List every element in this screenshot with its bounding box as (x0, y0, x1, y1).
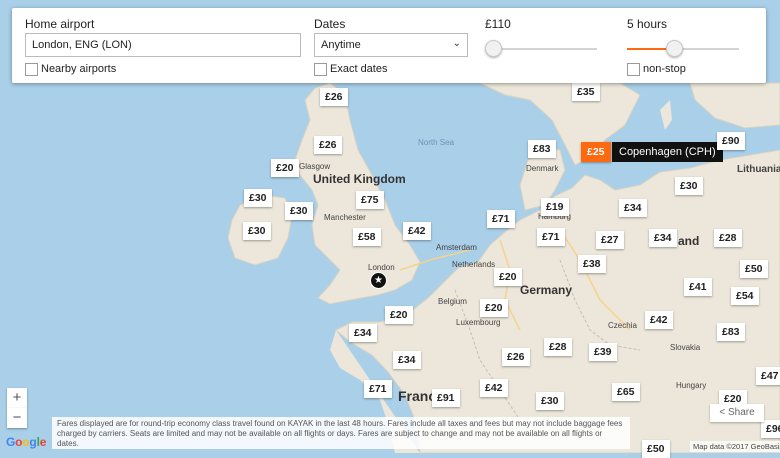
price-marker[interactable]: £41 (684, 278, 712, 296)
chevron-down-icon: ⌄ (452, 38, 461, 49)
zoom-out-button[interactable]: − (7, 408, 27, 428)
price-marker[interactable]: £20 (385, 306, 413, 324)
hungary-label: Hungary (676, 381, 707, 390)
poland-label: and (678, 234, 700, 248)
glasgow-label: Glasgow (299, 162, 331, 171)
price-marker[interactable]: £91 (432, 389, 460, 407)
london-label: London (368, 263, 395, 272)
price-marker[interactable]: £30 (243, 222, 271, 240)
price-marker[interactable]: £42 (645, 311, 673, 329)
price-marker[interactable]: £30 (285, 202, 313, 220)
denmark-label: Denmark (526, 164, 559, 173)
price-marker[interactable]: £27 (596, 231, 624, 249)
home-airport-marker[interactable]: ★ (370, 272, 387, 289)
price-marker[interactable]: £65 (612, 383, 640, 401)
price-marker[interactable]: £20 (494, 268, 522, 286)
amsterdam-label: Amsterdam (436, 243, 477, 252)
price-marker[interactable]: £20 (271, 159, 299, 177)
dates-label: Dates (314, 17, 346, 31)
price-marker[interactable]: £75 (356, 191, 384, 209)
duration-label: 5 hours (627, 17, 668, 31)
price-marker[interactable]: £71 (487, 210, 515, 228)
duration-slider-thumb[interactable] (666, 40, 683, 57)
home-airport-input[interactable]: London, ENG (LON) (25, 33, 301, 57)
nearby-airports-checkbox[interactable] (25, 63, 38, 76)
share-label: Share (727, 407, 755, 418)
price-marker[interactable]: £58 (353, 228, 381, 246)
price-marker[interactable]: £20 (480, 299, 508, 317)
home-airport-label: Home airport (25, 17, 95, 31)
germany-label: Germany (520, 283, 573, 297)
price-marker[interactable]: £50 (642, 440, 670, 458)
search-filter-panel: Home airport London, ENG (LON) Nearby ai… (12, 8, 766, 83)
google-logo: Google (6, 435, 47, 449)
price-marker[interactable]: £71 (537, 228, 565, 246)
share-icon: < (719, 407, 728, 418)
price-marker[interactable]: £50 (740, 260, 768, 278)
price-marker[interactable]: £34 (349, 324, 377, 342)
north-sea-label: North Sea (418, 138, 455, 147)
price-marker[interactable]: £39 (589, 343, 617, 361)
price-marker[interactable]: £47 (756, 367, 780, 385)
price-marker[interactable]: £42 (480, 379, 508, 397)
price-marker[interactable]: £26 (314, 136, 342, 154)
france-label: Franc (398, 388, 437, 404)
price-marker[interactable]: £83 (528, 140, 556, 158)
price-slider-thumb[interactable] (485, 40, 502, 57)
price-marker[interactable]: £30 (244, 189, 272, 207)
non-stop-checkbox[interactable] (627, 63, 640, 76)
price-marker[interactable]: £26 (320, 88, 348, 106)
slovakia-label: Slovakia (670, 343, 701, 352)
price-marker[interactable]: £35 (572, 83, 600, 101)
non-stop-label: non-stop (643, 63, 686, 75)
zoom-in-button[interactable]: + (7, 388, 27, 408)
price-marker[interactable]: £34 (649, 229, 677, 247)
nearby-airports-label: Nearby airports (41, 63, 117, 75)
lithuania-label: Lithuania (737, 164, 780, 175)
price-marker[interactable]: £42 (403, 222, 431, 240)
price-marker[interactable]: £38 (578, 255, 606, 273)
price-marker[interactable]: £90 (717, 132, 745, 150)
price-marker[interactable]: £19 (541, 198, 569, 216)
czechia-label: Czechia (608, 321, 637, 330)
exact-dates-checkbox[interactable] (314, 63, 327, 76)
exact-dates-label: Exact dates (330, 63, 388, 75)
map-attribution[interactable]: Map data ©2017 GeoBasis (690, 441, 780, 452)
manchester-label: Manchester (324, 213, 366, 222)
share-button[interactable]: < Share (710, 404, 764, 422)
united-kingdom-label: United Kingdom (313, 172, 406, 186)
price-marker-selected[interactable]: £25 (581, 142, 611, 162)
price-marker[interactable]: £71 (364, 380, 392, 398)
price-marker[interactable]: £28 (714, 229, 742, 247)
dates-select[interactable]: Anytime ⌄ (314, 33, 468, 57)
luxembourg-label: Luxembourg (456, 318, 501, 327)
price-marker[interactable]: £30 (675, 177, 703, 195)
price-marker[interactable]: £83 (717, 323, 745, 341)
dates-select-value: Anytime (321, 39, 361, 51)
price-marker[interactable]: £28 (544, 338, 572, 356)
fare-disclaimer: Fares displayed are for round-trip econo… (52, 417, 630, 449)
price-marker[interactable]: £34 (393, 351, 421, 369)
price-marker[interactable]: £96 (761, 420, 780, 438)
price-marker[interactable]: £34 (619, 199, 647, 217)
price-marker[interactable]: £30 (536, 392, 564, 410)
belgium-label: Belgium (438, 297, 467, 306)
price-marker[interactable]: £26 (502, 348, 530, 366)
price-marker[interactable]: £54 (731, 287, 759, 305)
price-label: £110 (485, 17, 511, 31)
netherlands-label: Netherlands (452, 260, 496, 269)
destination-tooltip: Copenhagen (CPH) (612, 142, 723, 162)
